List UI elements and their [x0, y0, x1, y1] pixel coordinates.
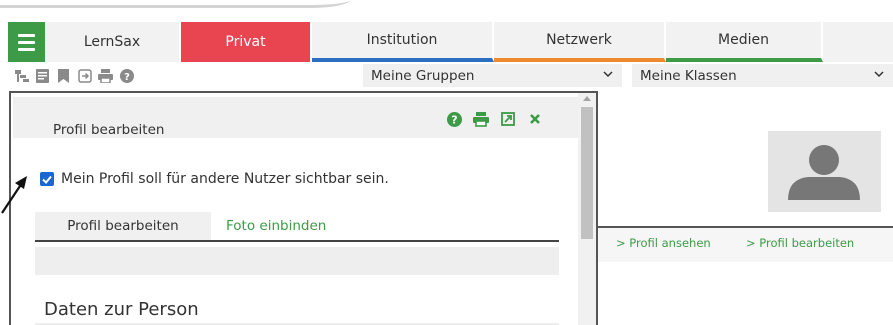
main-navigation: LernSax Privat Institution Netzwerk Medi…	[8, 22, 893, 62]
close-icon[interactable]	[527, 111, 543, 127]
user-silhouette-icon	[788, 145, 860, 200]
tab-netzwerk[interactable]: Netzwerk	[494, 22, 666, 62]
profile-visibility-checkbox[interactable]	[40, 172, 54, 186]
dialog-actions: ?	[446, 111, 543, 127]
dialog-tabs: Profil bearbeiten Foto einbinden	[35, 212, 559, 242]
chevron-down-icon	[874, 71, 884, 78]
scroll-up-arrow-icon[interactable]	[583, 96, 591, 101]
dialog-scrollbar[interactable]	[578, 93, 596, 325]
scroll-thumb[interactable]	[581, 107, 593, 239]
tab-toolbar-bar	[35, 247, 559, 275]
tab-photo-embed[interactable]: Foto einbinden	[226, 212, 326, 240]
pointer-arrow-icon	[1, 176, 27, 214]
print-icon[interactable]	[473, 111, 489, 127]
edit-profile-link[interactable]: > Profil bearbeiten	[746, 236, 854, 250]
classes-select-value: Meine Klassen	[640, 67, 737, 84]
checkmark-icon	[42, 175, 52, 184]
profile-avatar	[768, 131, 881, 212]
bookmark-icon[interactable]	[56, 69, 71, 84]
toolbar: ?	[14, 66, 134, 86]
classes-select[interactable]: Meine Klassen	[632, 64, 893, 87]
tab-lernsax[interactable]: LernSax	[45, 22, 181, 62]
tab-institution[interactable]: Institution	[312, 22, 494, 62]
top-decoration	[0, 0, 350, 8]
tab-profile-edit[interactable]: Profil bearbeiten	[35, 212, 211, 240]
export-icon[interactable]	[77, 69, 92, 84]
chevron-down-icon	[603, 71, 613, 78]
print-icon[interactable]	[98, 69, 113, 84]
dialog-title: Profil bearbeiten	[53, 122, 165, 138]
tab-privat[interactable]: Privat	[181, 22, 312, 62]
help-icon[interactable]: ?	[446, 111, 462, 127]
profile-visibility-label: Mein Profil soll für andere Nutzer sicht…	[61, 171, 389, 187]
form-icon[interactable]	[35, 69, 50, 84]
help-icon[interactable]: ?	[119, 69, 134, 84]
svg-text:?: ?	[451, 113, 457, 126]
tab-empty	[823, 22, 893, 62]
section-title: Daten zur Person	[44, 299, 199, 320]
hamburger-icon[interactable]	[8, 22, 45, 62]
svg-text:?: ?	[124, 72, 130, 83]
popout-icon[interactable]	[500, 111, 516, 127]
edit-profile-dialog: Profil bearbeiten ? Mein Profil soll für…	[9, 91, 598, 325]
tree-icon[interactable]	[14, 69, 29, 84]
tab-medien[interactable]: Medien	[666, 22, 823, 62]
groups-select-value: Meine Gruppen	[371, 67, 475, 84]
view-profile-link[interactable]: > Profil ansehen	[616, 236, 711, 250]
groups-select[interactable]: Meine Gruppen	[363, 64, 622, 87]
dialog-header: Profil bearbeiten ?	[13, 97, 578, 138]
